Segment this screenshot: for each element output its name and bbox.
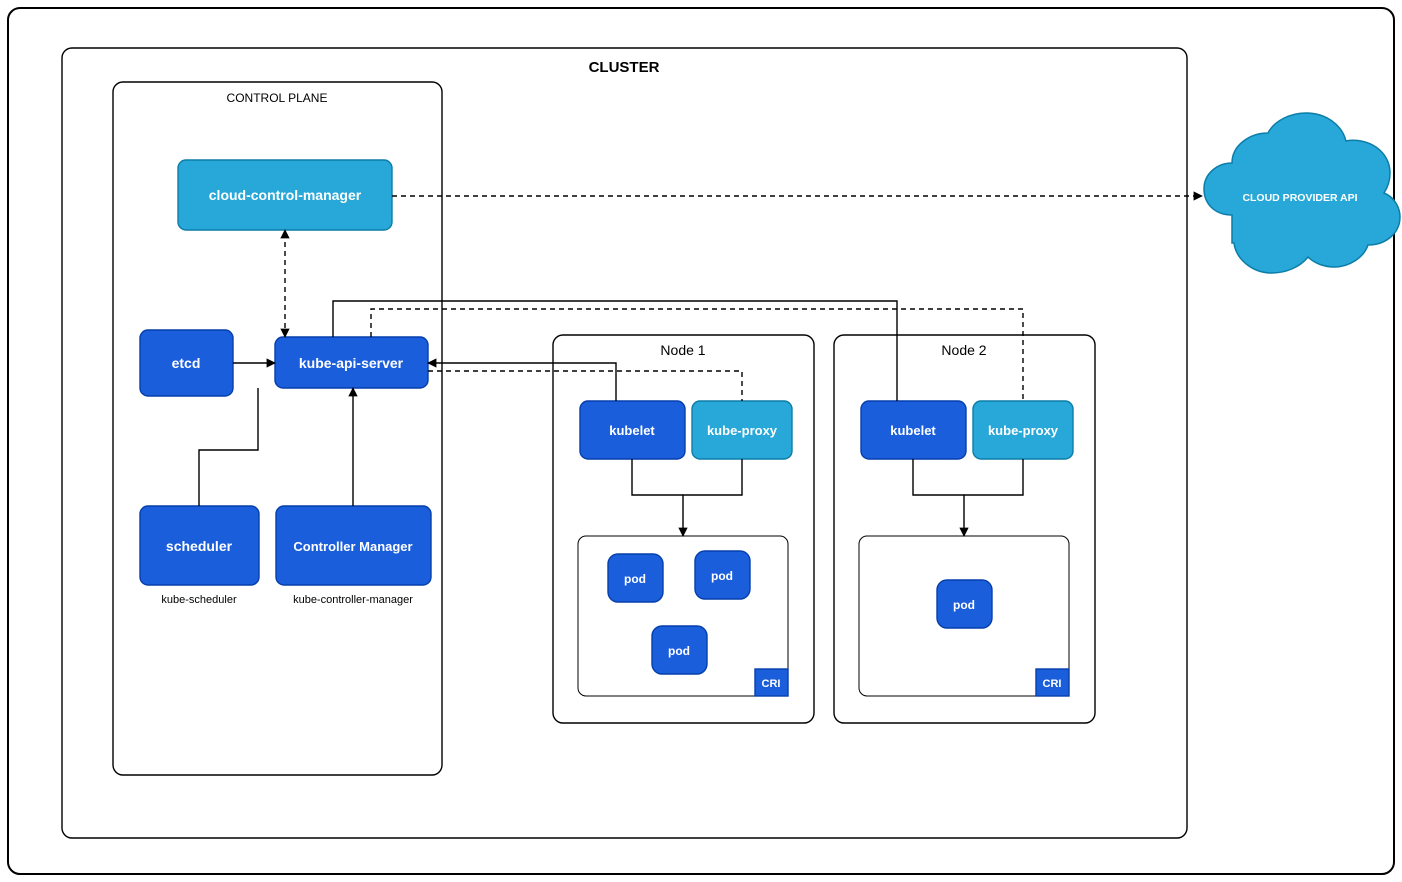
controller-manager-label: Controller Manager [293, 539, 412, 554]
node1-title: Node 1 [660, 342, 705, 358]
etcd-label: etcd [172, 355, 201, 371]
cloud-control-manager-label: cloud-control-manager [209, 187, 362, 203]
diagram-canvas: CLUSTER CONTROL PLANE cloud-control-mana… [0, 0, 1402, 882]
cluster-title: CLUSTER [589, 59, 660, 76]
node1-cri-label: CRI [762, 678, 781, 690]
scheduler-label: scheduler [166, 538, 233, 554]
cloud-label: CLOUD PROVIDER API [1242, 192, 1357, 204]
node2-pod1-label: pod [953, 598, 975, 612]
node1-kubelet-label: kubelet [609, 423, 655, 438]
controller-manager-sub: kube-controller-manager [293, 594, 413, 606]
scheduler-sub: kube-scheduler [161, 594, 237, 606]
node1-pod2-label: pod [711, 569, 733, 583]
node2-kubelet-label: kubelet [890, 423, 936, 438]
kube-api-server-label: kube-api-server [299, 355, 404, 371]
node1-pod3-label: pod [668, 644, 690, 658]
node1-kubeproxy-label: kube-proxy [707, 423, 778, 438]
control-plane-title: CONTROL PLANE [227, 91, 328, 105]
node2-cri-label: CRI [1043, 678, 1062, 690]
node2-kubeproxy-label: kube-proxy [988, 423, 1059, 438]
node2-title: Node 2 [941, 342, 986, 358]
node1-pod1-label: pod [624, 572, 646, 586]
